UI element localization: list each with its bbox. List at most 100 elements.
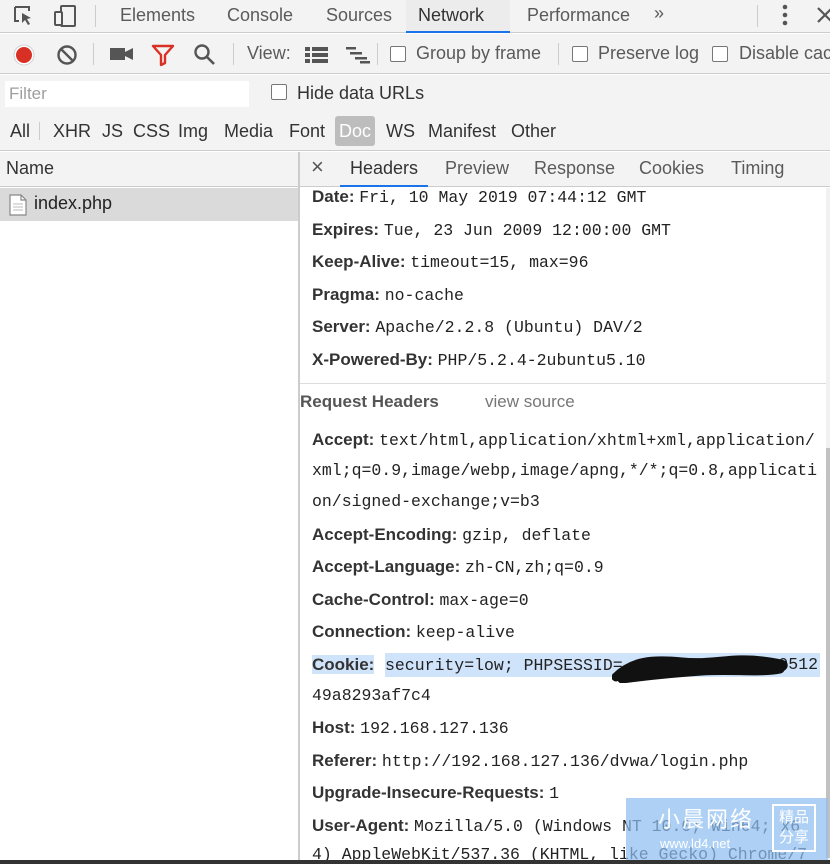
separator <box>95 5 96 27</box>
tab-network[interactable]: Network <box>406 0 510 33</box>
request-header-row: Accept: text/html,application/xhtml+xml,… <box>312 428 815 452</box>
header-key: Connection: <box>312 622 416 641</box>
preserve-log-label: Preserve log <box>598 43 700 63</box>
header-key: X-Powered-By: <box>312 350 438 369</box>
header-key: Host: <box>312 718 361 737</box>
request-header-row: Accept-Language: zh-CN,zh;q=0.9 <box>312 555 604 579</box>
name-column-header[interactable]: Name <box>0 152 299 187</box>
header-key: Upgrade-Insecure-Requests: <box>312 783 550 802</box>
redaction-scribble <box>612 655 788 683</box>
filter-input[interactable] <box>5 81 249 107</box>
type-filter-other[interactable]: Other <box>507 116 560 146</box>
device-toolbar-icon[interactable] <box>52 4 78 28</box>
document-file-icon <box>9 194 27 216</box>
group-by-frame-label: Group by frame <box>416 43 542 63</box>
watermark-logo: 小晨网络 www.ld4.net 精品分享 <box>626 798 828 860</box>
type-filter-manifest[interactable]: Manifest <box>424 116 500 146</box>
header-value: security=low; PHPSESSID= <box>385 656 623 675</box>
header-value-continuation: xml;q=0.9,image/webp,image/apng,*/*;q=0.… <box>312 461 817 480</box>
type-filter-css[interactable]: CSS <box>129 116 174 146</box>
section-divider <box>300 383 826 384</box>
response-header-row: Server: Apache/2.2.8 (Ubuntu) DAV/2 <box>312 315 643 339</box>
close-devtools-icon[interactable] <box>812 4 830 26</box>
response-header-row: Expires: Tue, 23 Jun 2009 12:00:00 GMT <box>312 218 671 242</box>
preserve-log-checkbox[interactable] <box>572 46 588 62</box>
tab-performance[interactable]: Performance <box>515 0 642 33</box>
type-filter-js[interactable]: JS <box>98 116 127 146</box>
separator <box>757 5 758 27</box>
disable-cache-checkbox[interactable] <box>712 46 728 62</box>
header-value: keep-alive <box>415 623 515 642</box>
header-key: Keep-Alive: <box>312 252 411 271</box>
inspect-element-icon[interactable] <box>12 4 38 28</box>
type-filter-font[interactable]: Font <box>285 116 329 146</box>
more-tabs-button[interactable]: » <box>654 3 664 24</box>
view-label: View: <box>247 43 291 63</box>
type-filter-ws[interactable]: WS <box>382 116 419 146</box>
bottom-edge <box>0 860 830 864</box>
header-key: Accept-Language: <box>312 557 466 576</box>
type-filter-doc[interactable]: Doc <box>335 116 376 146</box>
header-value: http://192.168.127.136/dvwa/login.php <box>381 752 749 771</box>
record-icon[interactable] <box>12 43 36 72</box>
response-header-row: Pragma: no-cache <box>312 283 464 307</box>
response-header-row: Date: Fri, 10 May 2019 07:44:12 GMT <box>312 188 646 209</box>
header-value-continuation: 49a8293af7c4 <box>312 686 431 705</box>
hide-data-urls-checkbox[interactable] <box>271 84 287 100</box>
scrollbar-thumb[interactable] <box>826 448 830 858</box>
separator <box>39 122 40 140</box>
request-header-row: Accept-Encoding: gzip, deflate <box>312 523 591 547</box>
tab-sources[interactable]: Sources <box>314 0 404 33</box>
header-value: text/html,application/xhtml+xml,applicat… <box>379 431 815 450</box>
close-details-icon[interactable]: × <box>311 154 324 180</box>
large-request-rows-icon[interactable] <box>305 46 329 69</box>
response-header-row: X-Powered-By: PHP/5.2.4-2ubuntu5.10 <box>312 348 646 372</box>
tab-console[interactable]: Console <box>215 0 305 33</box>
filter-bar: Hide data URLs All XHR JS CSS Img Media … <box>0 75 830 151</box>
group-by-frame-checkbox[interactable] <box>390 46 406 62</box>
filter-icon[interactable] <box>151 43 175 72</box>
type-filter-all[interactable]: All <box>6 116 34 146</box>
watermark-title: 小晨网络 <box>658 807 755 832</box>
hide-data-urls-label: Hide data URLs <box>297 83 425 103</box>
request-row[interactable]: index.php <box>0 188 298 221</box>
type-filter-img[interactable]: Img <box>174 116 212 146</box>
header-key: Cache-Control: <box>312 590 440 609</box>
type-filter-media[interactable]: Media <box>220 116 277 146</box>
separator <box>377 43 378 65</box>
header-value: 192.168.127.136 <box>360 719 509 738</box>
header-value: Fri, 10 May 2019 07:44:12 GMT <box>359 188 647 207</box>
header-value: no-cache <box>384 286 464 305</box>
request-header-row: Upgrade-Insecure-Requests: 1 <box>312 781 559 805</box>
watermark-url: www.ld4.net <box>660 836 731 851</box>
separator <box>558 43 559 65</box>
tab-elements[interactable]: Elements <box>108 0 207 33</box>
clear-icon[interactable] <box>55 43 79 72</box>
devtools-tab-bar: Elements Console Sources Network Perform… <box>0 0 830 33</box>
tab-timing[interactable]: Timing <box>721 152 794 187</box>
request-name: index.php <box>34 193 113 213</box>
screenshot-camera-icon[interactable] <box>109 44 135 69</box>
tab-headers[interactable]: Headers <box>340 152 429 187</box>
request-headers-section-title[interactable]: Request Headers <box>300 392 439 412</box>
type-filter-xhr[interactable]: XHR <box>49 116 95 146</box>
network-toolbar: View: Group by frame Preserve log Disabl… <box>0 34 830 74</box>
header-value: Tue, 23 Jun 2009 12:00:00 GMT <box>383 221 671 240</box>
header-value: max-age=0 <box>439 591 529 610</box>
more-options-icon[interactable] <box>779 2 791 28</box>
header-value: PHP/5.2.4-2ubuntu5.10 <box>437 351 646 370</box>
tab-cookies[interactable]: Cookies <box>629 152 714 187</box>
response-header-row: Keep-Alive: timeout=15, max=96 <box>312 250 588 274</box>
search-icon[interactable] <box>193 43 217 72</box>
header-value: timeout=15, max=96 <box>410 253 589 272</box>
waterfall-overview-icon[interactable] <box>346 46 372 69</box>
tab-response[interactable]: Response <box>524 152 625 187</box>
header-key: Accept-Encoding: <box>312 525 463 544</box>
watermark-badge: 精品分享 <box>772 804 816 852</box>
view-source-link[interactable]: view source <box>485 392 575 412</box>
tab-preview[interactable]: Preview <box>435 152 519 187</box>
request-header-row: Connection: keep-alive <box>312 620 515 644</box>
request-details-tabs: × Headers Preview Response Cookies Timin… <box>300 152 830 187</box>
header-key: User-Agent: <box>312 816 415 835</box>
header-key: Accept: <box>312 430 380 449</box>
